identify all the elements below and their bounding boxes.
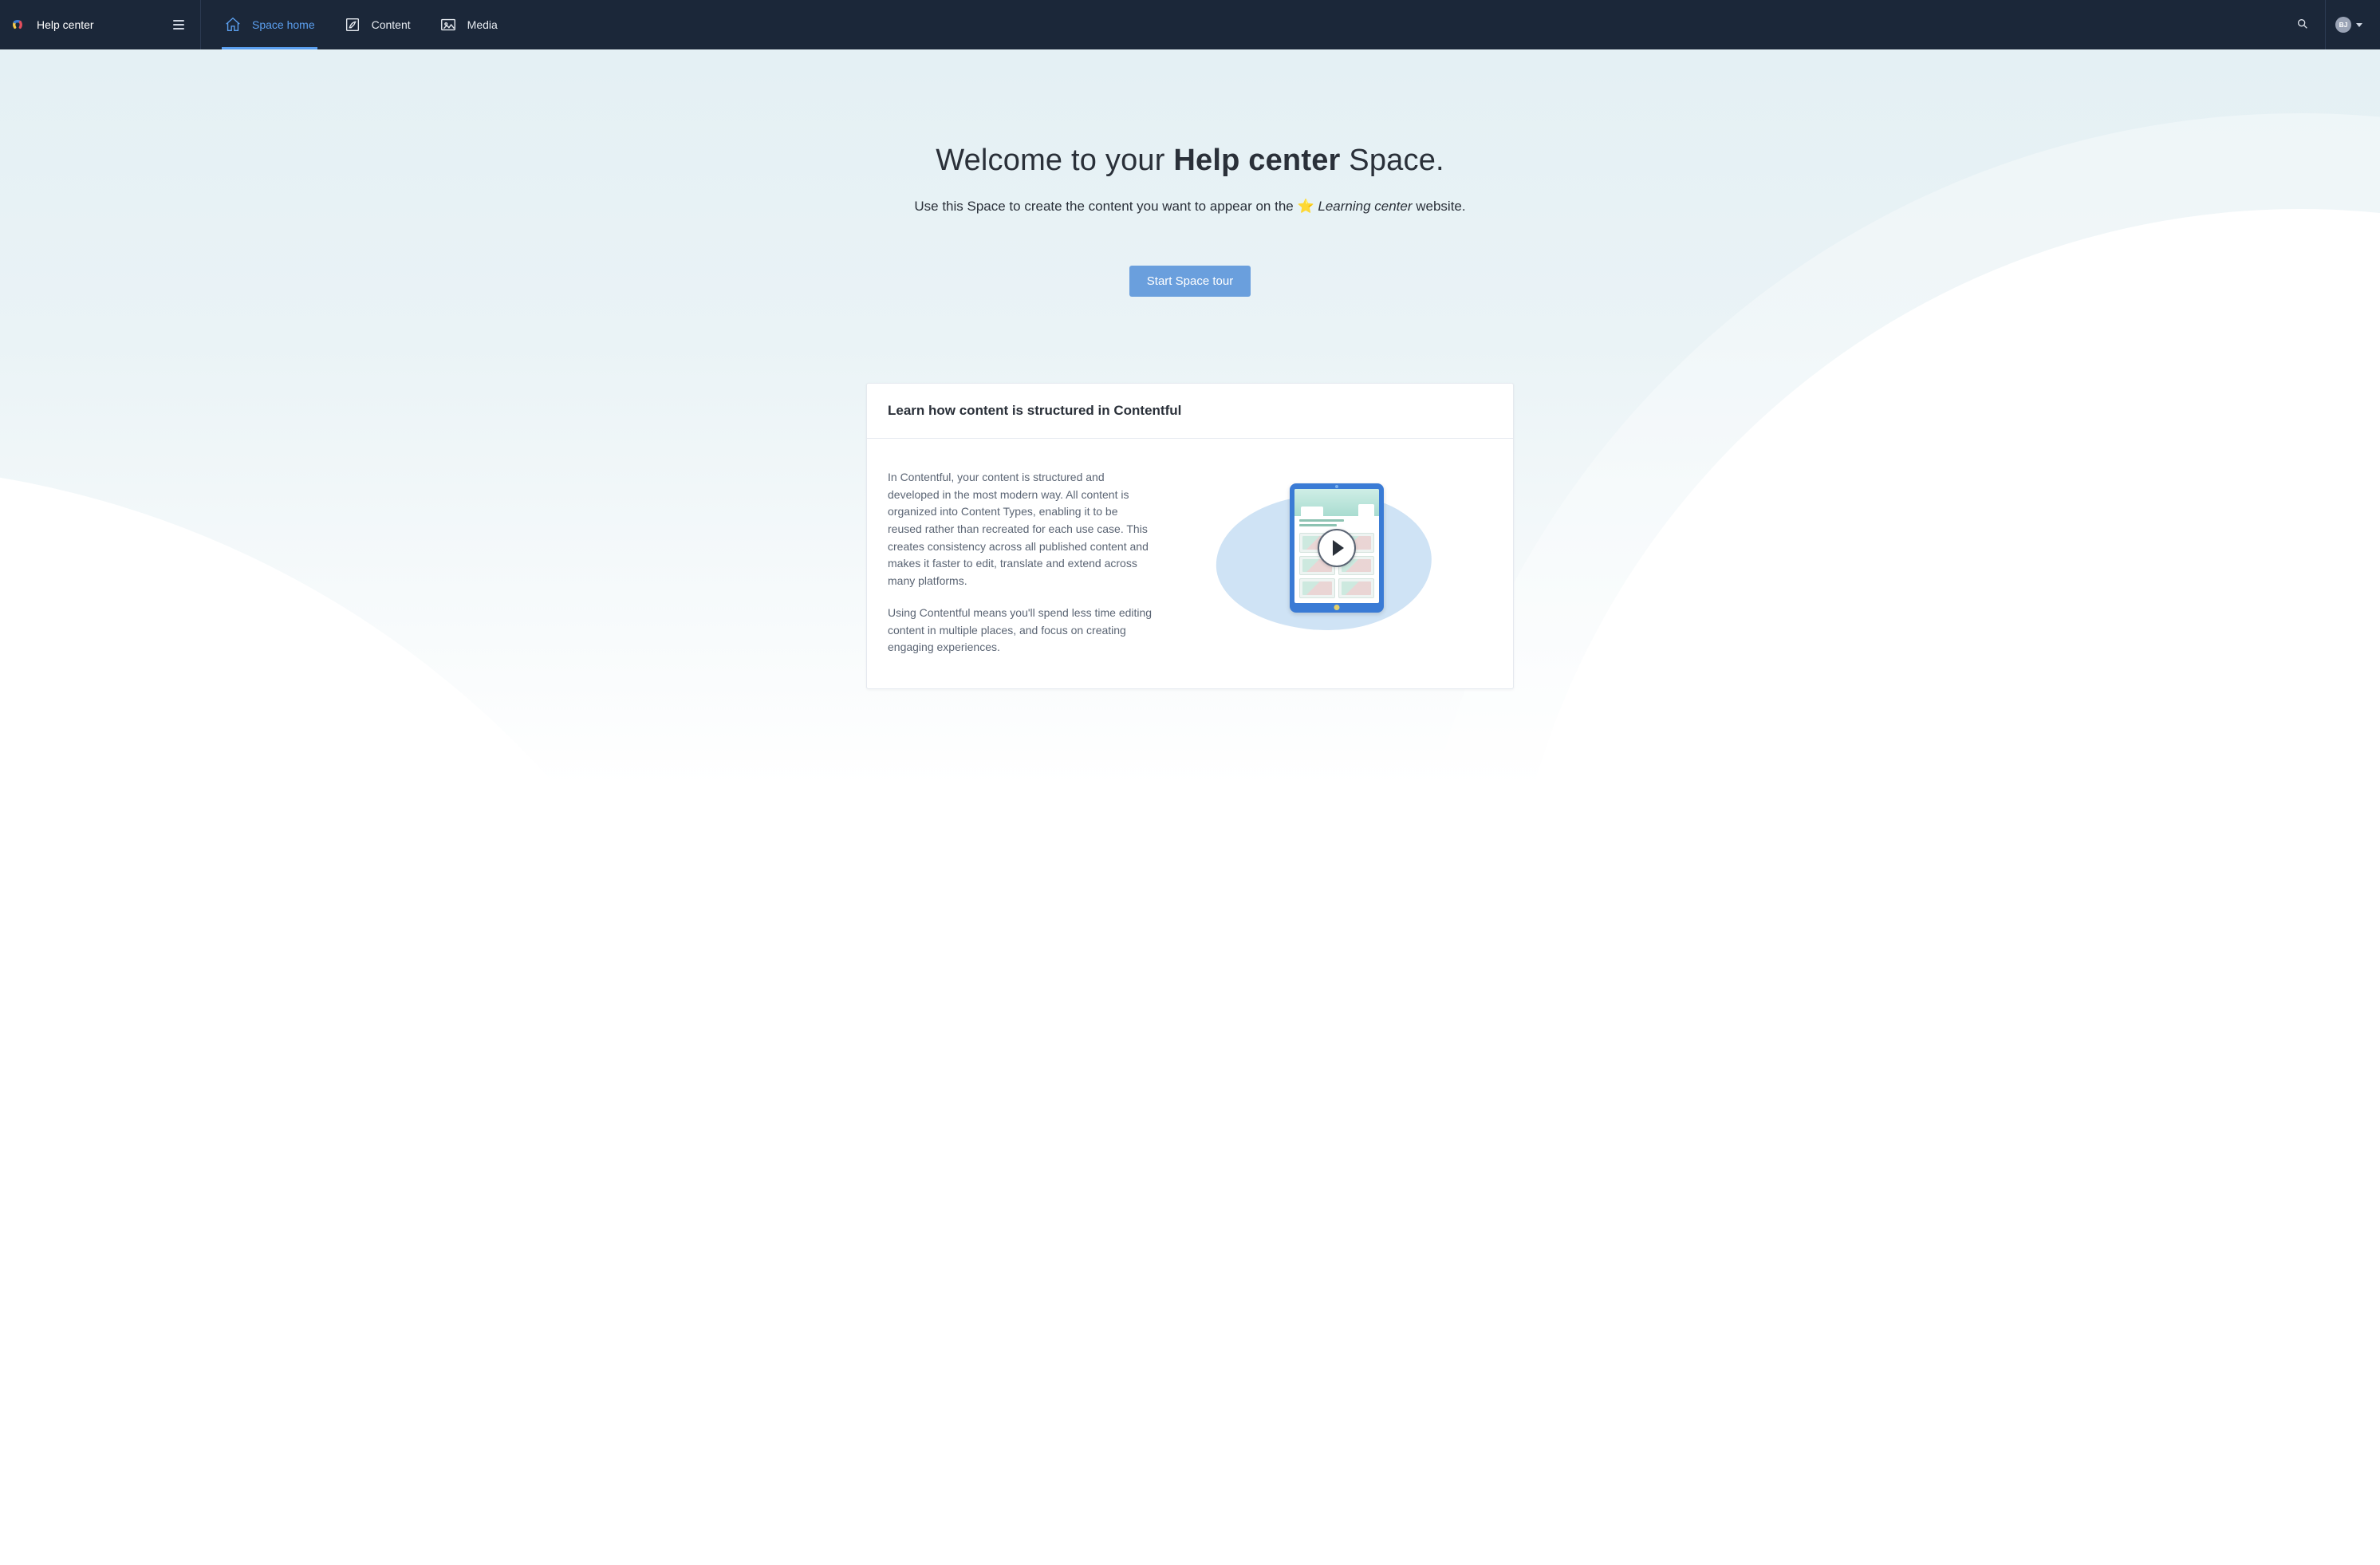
- title-prefix: Welcome to your: [936, 144, 1173, 177]
- star-icon: ⭐: [1297, 199, 1314, 214]
- nav-space-selector[interactable]: Help center: [0, 0, 201, 49]
- tab-media[interactable]: Media: [437, 0, 500, 49]
- card-paragraph: In Contentful, your content is structure…: [888, 469, 1154, 590]
- tab-space-home[interactable]: Space home: [222, 0, 317, 49]
- tab-label: Space home: [252, 18, 315, 31]
- card-illustration[interactable]: [1181, 469, 1492, 627]
- card-heading: Learn how content is structured in Conte…: [888, 403, 1492, 419]
- subtitle-prefix: Use this Space to create the content you…: [914, 199, 1297, 214]
- tab-label: Content: [372, 18, 411, 31]
- account-menu[interactable]: BJ: [2326, 17, 2367, 33]
- play-icon[interactable]: [1318, 529, 1356, 567]
- start-space-tour-button[interactable]: Start Space tour: [1129, 266, 1251, 297]
- search-icon: [2296, 18, 2309, 33]
- subtitle-site-name: Learning center: [1318, 199, 1412, 214]
- card-text: In Contentful, your content is structure…: [888, 469, 1154, 656]
- tab-label: Media: [467, 18, 498, 31]
- subtitle-suffix: website.: [1413, 199, 1466, 214]
- nav-tabs: Space home Content Media: [201, 0, 2280, 49]
- top-nav: Help center Space home Content Media: [0, 0, 2380, 49]
- home-icon: [224, 16, 242, 34]
- nav-right: BJ: [2280, 0, 2380, 49]
- card-body: In Contentful, your content is structure…: [867, 439, 1513, 688]
- contentful-logo-icon: [10, 17, 26, 33]
- title-space-name: Help center: [1173, 144, 1340, 177]
- tab-content[interactable]: Content: [341, 0, 413, 49]
- quill-icon: [344, 16, 361, 34]
- card-header: Learn how content is structured in Conte…: [867, 384, 1513, 439]
- hamburger-menu-icon[interactable]: [168, 15, 189, 34]
- avatar: BJ: [2335, 17, 2351, 33]
- media-icon: [439, 16, 457, 34]
- title-suffix: Space.: [1341, 144, 1444, 177]
- hero-section: Welcome to your Help center Space. Use t…: [0, 49, 2380, 785]
- page-subtitle: Use this Space to create the content you…: [16, 199, 2364, 215]
- search-button[interactable]: [2280, 0, 2325, 49]
- chevron-down-icon: [2356, 23, 2362, 27]
- space-name: Help center: [37, 18, 157, 31]
- card-paragraph: Using Contentful means you'll spend less…: [888, 605, 1154, 656]
- page-title: Welcome to your Help center Space.: [16, 144, 2364, 178]
- learn-content-card: Learn how content is structured in Conte…: [866, 383, 1514, 689]
